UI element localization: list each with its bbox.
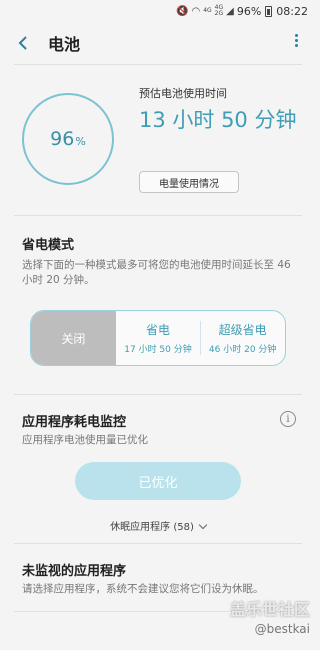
- wifi-icon: ◠: [191, 5, 201, 17]
- battery-percent: 96%: [50, 128, 86, 150]
- sleeping-apps-toggle[interactable]: 休眠应用程序 (58): [0, 518, 316, 533]
- app-bar: 电池: [0, 22, 316, 64]
- power-mode-section: 省电模式 选择下面的一种模式最多可将您的电池使用时间延长至 46 小时 20 分…: [0, 216, 316, 288]
- mode-ultra-saving-button[interactable]: 超级省电 46 小时 20 分钟: [200, 311, 285, 365]
- battery-icon: [265, 5, 273, 17]
- unmonitored-apps-title: 未监视的应用程序: [22, 564, 127, 579]
- app-monitor-section: 应用程序耗电监控 应用程序电池使用量已优化 i: [0, 395, 316, 448]
- battery-usage-button[interactable]: 电量使用情况: [139, 171, 239, 193]
- more-options-icon[interactable]: [295, 34, 298, 47]
- mode-off-button[interactable]: 关闭: [31, 311, 116, 365]
- estimate-label: 预估电池使用时间: [139, 87, 227, 100]
- battery-ring: 96%: [22, 93, 114, 185]
- status-bar: 🔇 ◠ 4G 4G 2G ◢ 96% 08:22: [0, 0, 316, 22]
- battery-percent-status: 96%: [236, 4, 262, 18]
- mode-power-saving-button[interactable]: 省电 17 小时 50 分钟: [116, 311, 201, 365]
- mode-ultra-saving-label: 超级省电: [218, 323, 267, 337]
- network-type-1: 4G: [203, 7, 212, 14]
- network-type-3: 2G: [214, 10, 224, 17]
- network-indicator-2: 4G 2G: [215, 5, 223, 17]
- clock: 08:22: [276, 4, 308, 18]
- mode-ultra-saving-time: 46 小时 20 分钟: [208, 345, 277, 355]
- power-mode-selector: 关闭 省电 17 小时 50 分钟 超级省电 46 小时 20 分钟: [30, 310, 286, 366]
- mute-icon: 🔇: [176, 5, 189, 17]
- unmonitored-apps-item[interactable]: 未监视的应用程序 请选择应用程序，系统不会建议您将它们设为休眠。: [0, 544, 316, 597]
- watermark-title: 盖乐世社区: [229, 600, 310, 619]
- mode-power-saving-time: 17 小时 50 分钟: [124, 345, 192, 355]
- estimate-value: 13 小时 50 分钟: [139, 108, 297, 132]
- power-mode-desc: 选择下面的一种模式最多可将您的电池使用时间延长至 46 小时 20 分钟。: [22, 259, 291, 286]
- sleeping-apps-label: 休眠应用程序 (58): [110, 522, 194, 533]
- watermark: 盖乐世社区 @bestkai: [230, 596, 310, 636]
- mode-power-saving-label: 省电: [146, 323, 171, 337]
- back-arrow-icon[interactable]: [14, 34, 32, 52]
- app-monitor-title: 应用程序耗电监控: [22, 415, 127, 430]
- app-monitor-desc: 应用程序电池使用量已优化: [22, 434, 148, 446]
- power-mode-title: 省电模式: [22, 238, 75, 253]
- network-indicator: 4G: [203, 8, 211, 14]
- info-icon[interactable]: i: [280, 411, 296, 427]
- page-title: 电池: [48, 35, 81, 54]
- optimized-button[interactable]: 已优化: [75, 462, 241, 500]
- unmonitored-apps-desc: 请选择应用程序，系统不会建议您将它们设为休眠。: [22, 583, 264, 595]
- watermark-handle: @bestkai: [254, 622, 310, 636]
- mode-off-label: 关闭: [61, 331, 86, 346]
- chevron-down-icon: [198, 520, 208, 530]
- battery-summary: 96% 预估电池使用时间 13 小时 50 分钟 电量使用情况: [0, 65, 316, 215]
- signal-icon: ◢: [226, 5, 234, 17]
